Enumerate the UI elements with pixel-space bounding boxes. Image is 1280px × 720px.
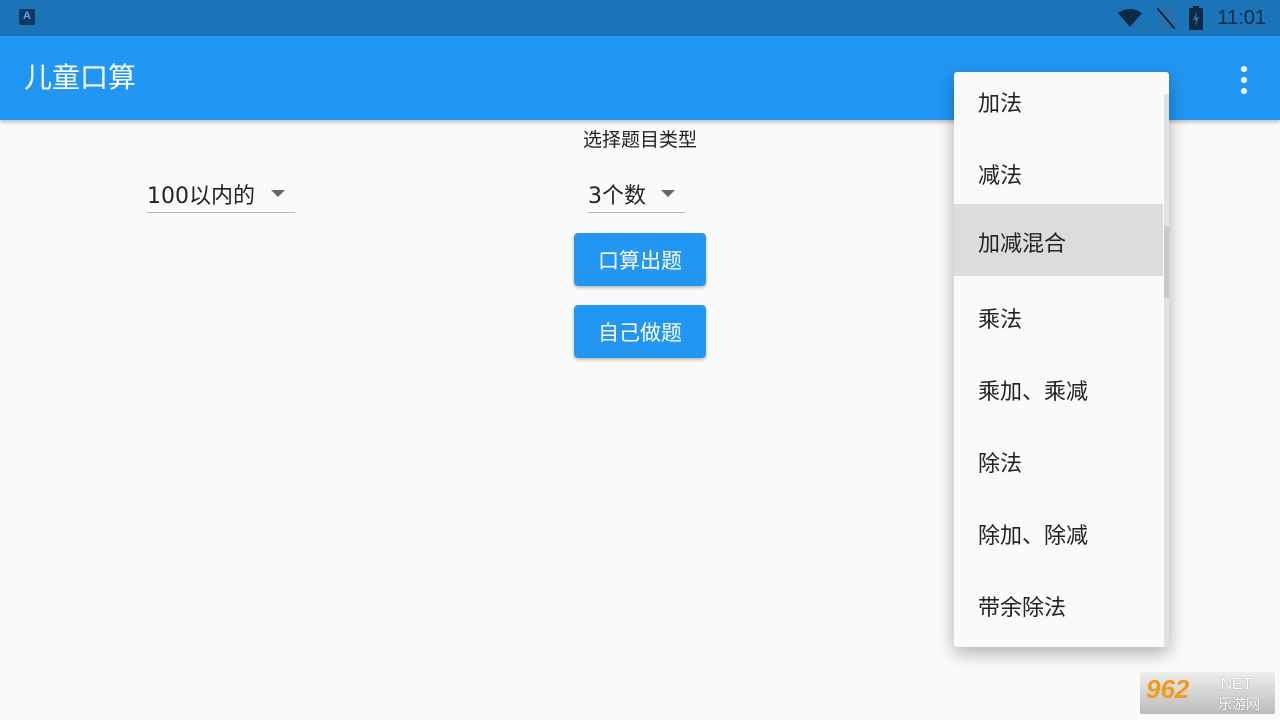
battery-charging-icon xyxy=(1189,6,1204,30)
status-icons: 11:01 xyxy=(1117,0,1266,36)
self-practice-button[interactable]: 自己做题 xyxy=(574,305,706,358)
question-type-menu: 加法 减法 加减混合 乘法 乘加、乘减 除法 除加、除减 带余除法 xyxy=(954,72,1169,647)
watermark-logo: 962 .NET 乐游网 xyxy=(1140,672,1275,714)
app-notification-icon: A xyxy=(19,9,35,25)
menu-item-addition[interactable]: 加法 xyxy=(954,72,1163,136)
count-dropdown-value: 3个数 xyxy=(588,184,646,209)
wifi-icon xyxy=(1118,9,1143,27)
menu-item-division[interactable]: 除法 xyxy=(954,424,1163,496)
no-sim-icon xyxy=(1157,7,1176,29)
more-vert-icon[interactable] xyxy=(1232,66,1256,94)
menu-item-add-sub-mixed[interactable]: 加减混合 xyxy=(954,204,1163,276)
status-bar: A 11:01 xyxy=(0,0,1280,36)
caret-down-icon xyxy=(271,190,285,197)
menu-item-subtraction[interactable]: 减法 xyxy=(954,136,1163,208)
range-dropdown-value: 100以内的 xyxy=(147,184,255,209)
menu-item-mult-add-sub[interactable]: 乘加、乘减 xyxy=(954,352,1163,424)
app-title: 儿童口算 xyxy=(24,61,137,94)
menu-item-division-remainder[interactable]: 带余除法 xyxy=(954,568,1163,640)
range-dropdown[interactable]: 100以内的 xyxy=(147,172,295,213)
menu-item-div-add-sub[interactable]: 除加、除减 xyxy=(954,496,1163,568)
menu-item-multiplication[interactable]: 乘法 xyxy=(954,280,1163,352)
count-dropdown[interactable]: 3个数 xyxy=(588,172,685,213)
clock: 11:01 xyxy=(1217,6,1266,29)
menu-scrollbar[interactable] xyxy=(1164,94,1169,647)
scrollbar-thumb[interactable] xyxy=(1164,226,1169,298)
question-type-label: 选择题目类型 xyxy=(582,129,697,151)
generate-questions-button[interactable]: 口算出题 xyxy=(574,233,706,286)
caret-down-icon xyxy=(661,190,675,197)
